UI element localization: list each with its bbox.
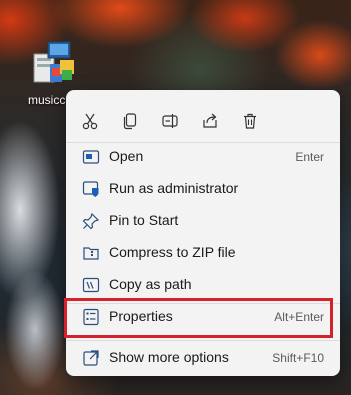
share-button[interactable] [197,108,223,134]
more-options-icon [83,350,99,366]
installer-icon [33,41,74,83]
menu-item-open[interactable]: Open Enter [72,142,334,172]
copy-button[interactable] [117,108,143,134]
cut-button[interactable] [77,108,103,134]
delete-button[interactable] [237,108,263,134]
menu-item-show-more-options[interactable]: Show more options Shift+F10 [72,343,334,373]
copy-path-icon [82,277,100,293]
rename-button[interactable] [157,108,183,134]
copy-icon [123,113,137,130]
menu-item-shortcut: Enter [295,150,324,164]
menu-item-label: Show more options [109,349,229,365]
menu-item-pin-to-start[interactable]: Pin to Start [72,206,334,236]
menu-item-shortcut: Shift+F10 [272,351,324,365]
desktop-icon-label: musicc [28,93,66,107]
menu-separator [66,340,340,341]
delete-icon [244,113,256,129]
menu-item-run-as-administrator[interactable]: Run as administrator [72,174,334,204]
zip-icon [83,247,99,260]
menu-item-label: Open [109,148,144,164]
menu-item-copy-as-path[interactable]: Copy as path [72,270,334,300]
pin-icon [82,212,100,230]
properties-highlight-box [64,298,333,338]
rename-icon [162,114,178,128]
menu-item-label: Pin to Start [109,212,179,228]
open-icon [82,150,100,164]
share-icon [203,113,217,128]
menu-item-label: Run as administrator [109,180,239,196]
cut-icon [82,113,98,130]
quick-actions-bar [66,100,340,144]
menu-item-compress-to-zip[interactable]: Compress to ZIP file [72,238,334,268]
menu-item-label: Copy as path [109,276,192,292]
shield-icon [82,181,99,197]
menu-item-label: Compress to ZIP file [109,244,236,260]
